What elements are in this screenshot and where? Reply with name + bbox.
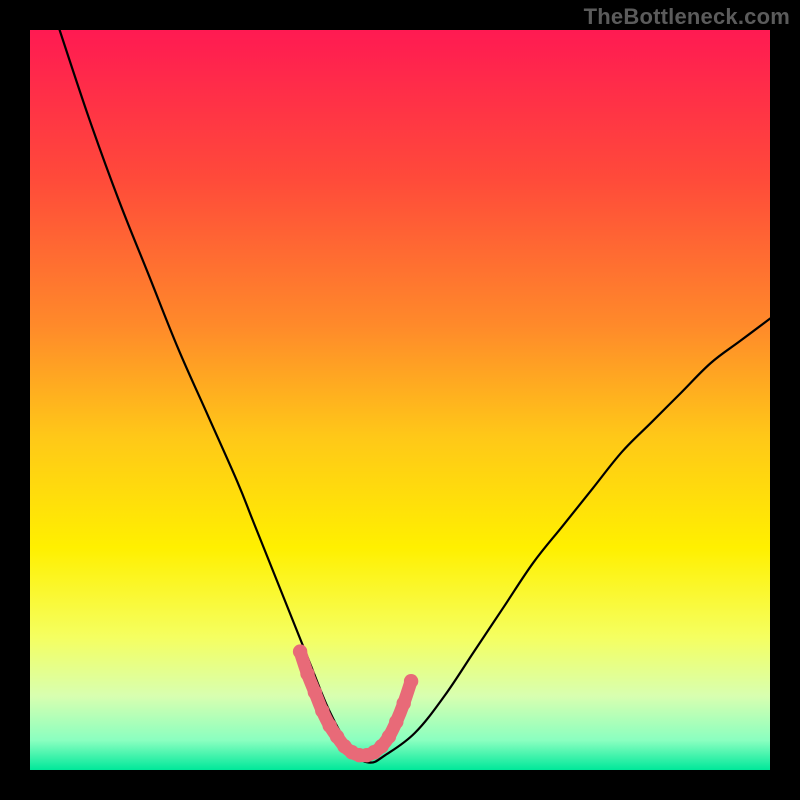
- sweet-spot-marker: [404, 674, 418, 688]
- watermark-text: TheBottleneck.com: [584, 4, 790, 30]
- sweet-spot-marker: [397, 696, 411, 710]
- sweet-spot-marker: [382, 730, 396, 744]
- bottleneck-chart: [0, 0, 800, 800]
- sweet-spot-marker: [389, 715, 403, 729]
- sweet-spot-marker: [308, 685, 322, 699]
- sweet-spot-marker: [293, 644, 307, 658]
- sweet-spot-marker: [300, 667, 314, 681]
- gradient-background: [30, 30, 770, 770]
- sweet-spot-marker: [315, 704, 329, 718]
- chart-frame: TheBottleneck.com: [0, 0, 800, 800]
